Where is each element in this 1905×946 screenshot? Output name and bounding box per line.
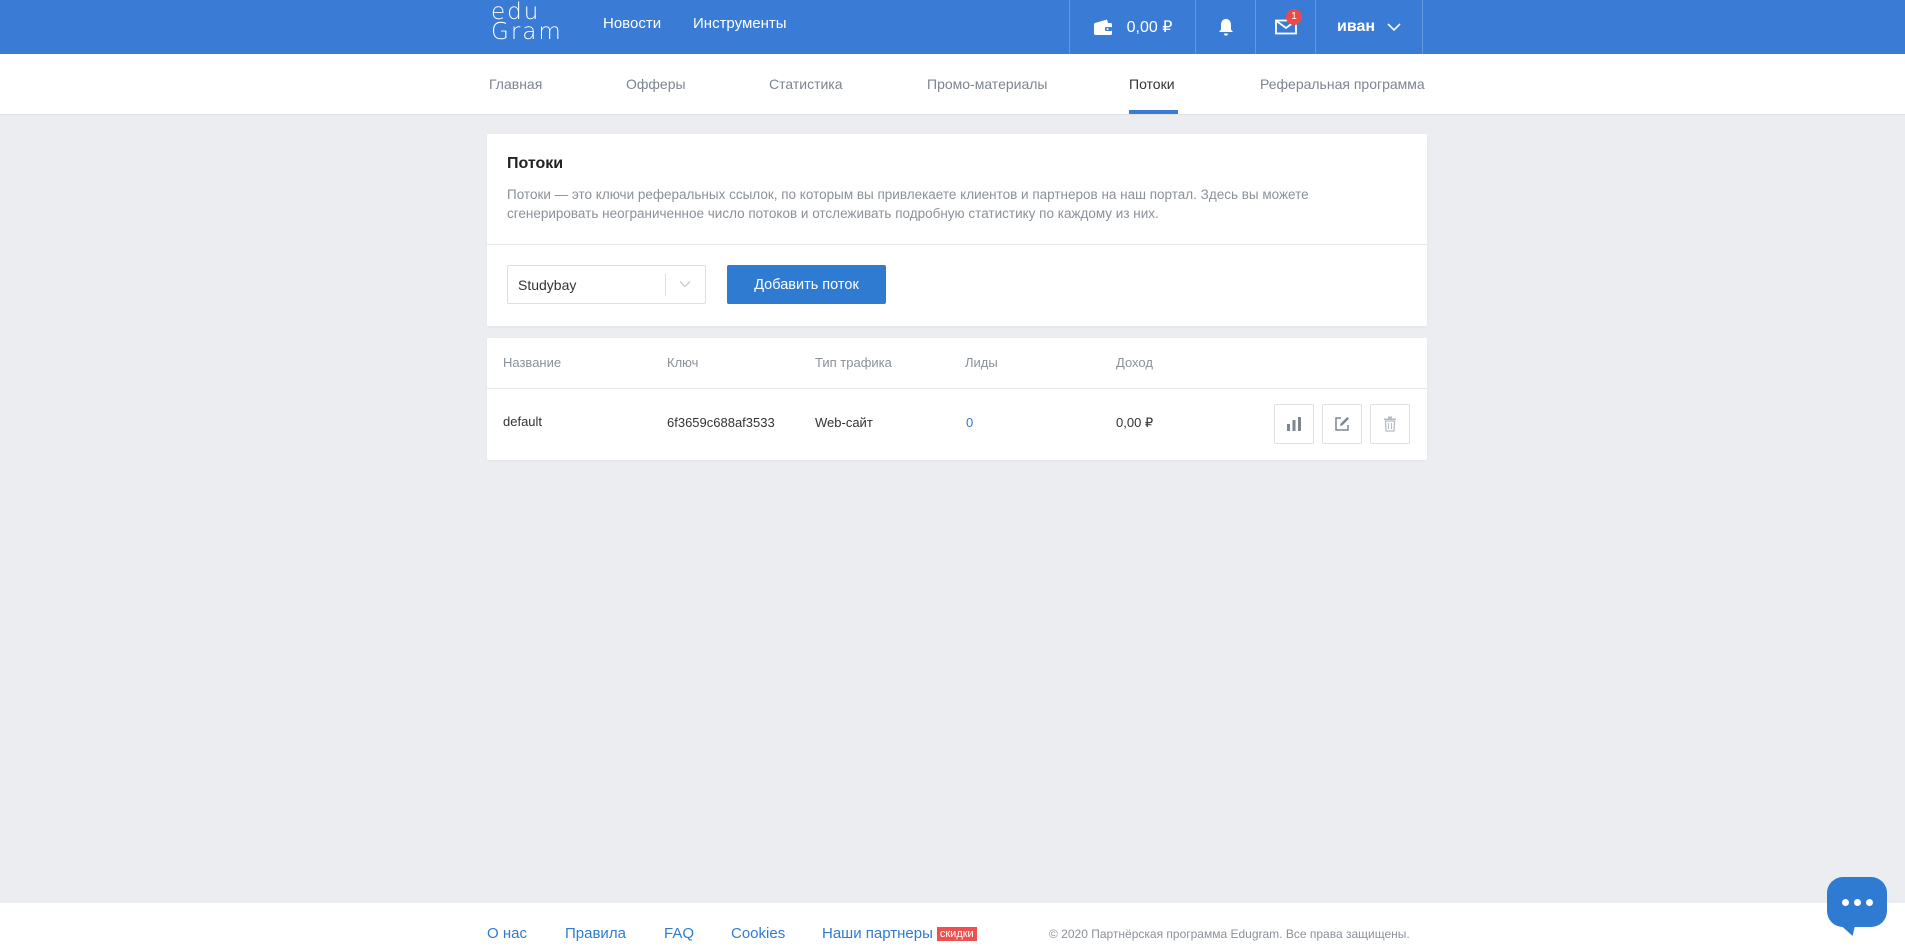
header-actions: 0,00 ₽ 1 иван	[1069, 0, 1423, 54]
top-bar: edu Gram Новости Инструменты 0,00 ₽ 1 ив…	[0, 0, 1905, 54]
stream-delete-button[interactable]	[1370, 404, 1410, 444]
offer-select-value: Studybay	[518, 277, 577, 293]
user-name: иван	[1336, 18, 1376, 35]
chat-dot	[1842, 899, 1849, 906]
section-tabs: Главная Офферы Статистика Промо-материал…	[0, 54, 1905, 115]
logo-line-2: Gram	[491, 19, 563, 45]
page-description: Потоки — это ключи реферальных ссылок, п…	[507, 187, 1309, 221]
stream-key: 6f3659c688af3533	[667, 415, 775, 430]
column-header-income: Доход	[1116, 355, 1153, 370]
messages-button[interactable]: 1	[1255, 0, 1315, 54]
footer-link-rules[interactable]: Правила	[565, 925, 626, 942]
balance-amount: 0,00 ₽	[1126, 19, 1173, 36]
tab-home[interactable]: Главная	[489, 54, 542, 114]
chat-dot	[1866, 899, 1873, 906]
stream-name: default	[503, 414, 543, 429]
stream-income: 0,00 ₽	[1116, 415, 1154, 430]
stream-edit-button[interactable]	[1322, 404, 1362, 444]
nav-tools[interactable]: Инструменты	[693, 0, 787, 54]
select-divider	[665, 274, 666, 296]
tab-streams[interactable]: Потоки	[1129, 54, 1178, 114]
footer-link-partners[interactable]: Наши партнеры скидки	[822, 925, 977, 942]
divider	[487, 244, 1427, 245]
copyright: © 2020 Партнёрская программа Edugram. Вс…	[1049, 927, 1410, 941]
chat-widget-button[interactable]	[1827, 877, 1887, 927]
divider	[487, 388, 1427, 389]
tab-referral-program[interactable]: Реферальная программа	[1260, 54, 1425, 114]
footer-link-cookies[interactable]: Cookies	[731, 925, 785, 942]
chevron-down-icon	[679, 281, 691, 288]
page-title: Потоки	[507, 155, 564, 172]
discount-tag: скидки	[936, 927, 977, 941]
column-header-traffic-type: Тип трафика	[815, 355, 892, 370]
user-menu[interactable]: иван	[1315, 0, 1423, 54]
notifications-button[interactable]	[1195, 0, 1255, 54]
nav-news[interactable]: Новости	[603, 0, 661, 54]
offer-select[interactable]: Studybay	[507, 265, 706, 304]
bell-icon	[1218, 18, 1233, 36]
column-header-key: Ключ	[667, 355, 699, 370]
bar-chart-icon	[1287, 417, 1301, 431]
stream-stats-button[interactable]	[1274, 404, 1314, 444]
chat-dot	[1854, 899, 1861, 906]
column-header-name: Название	[503, 355, 562, 370]
add-stream-button[interactable]: Добавить поток	[727, 265, 886, 304]
stream-traffic-type: Web-сайт	[815, 415, 873, 430]
tab-statistics[interactable]: Статистика	[769, 54, 843, 114]
footer-link-about[interactable]: О нас	[487, 925, 527, 942]
tab-offers[interactable]: Офферы	[626, 54, 686, 114]
footer-link-faq[interactable]: FAQ	[664, 925, 694, 942]
wallet-icon	[1093, 19, 1112, 35]
footer-link-partners-label: Наши партнеры	[822, 925, 933, 942]
edugram-logo[interactable]: edu Gram	[491, 1, 569, 46]
footer: О нас Правила FAQ Cookies Наши партнеры с…	[0, 903, 1905, 946]
stream-leads[interactable]: 0	[966, 415, 973, 430]
balance-widget[interactable]: 0,00 ₽	[1069, 0, 1195, 54]
messages-count-badge: 1	[1286, 9, 1302, 25]
trash-icon	[1384, 416, 1396, 432]
column-header-leads: Лиды	[965, 355, 998, 370]
chevron-down-icon	[1387, 23, 1401, 31]
streams-table: Название Ключ Тип трафика Лиды Доход def…	[487, 338, 1427, 460]
streams-info-card: Потоки Потоки — это ключи реферальных сс…	[487, 134, 1427, 326]
edit-icon	[1335, 417, 1349, 431]
tab-promo-materials[interactable]: Промо-материалы	[927, 54, 1047, 114]
